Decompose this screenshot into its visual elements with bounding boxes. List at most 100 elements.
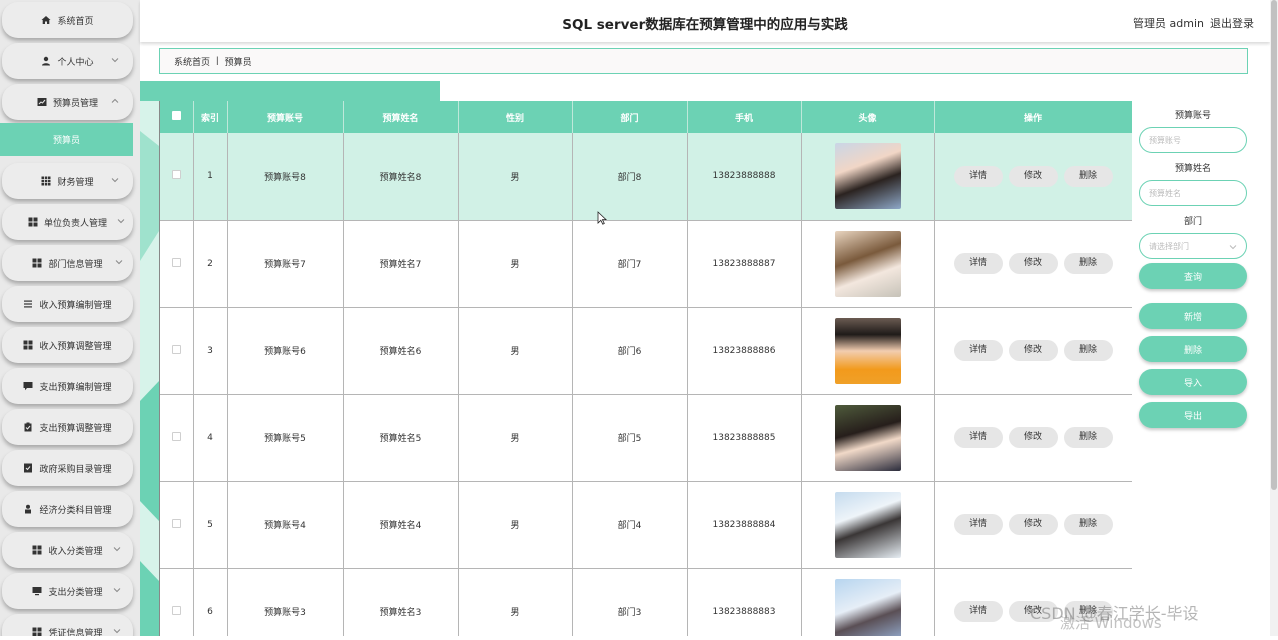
table-row[interactable]: 4 预算账号5 预算姓名5 男部门5 13823888885 详情 修改 删除: [160, 394, 1132, 482]
edit-button[interactable]: 修改: [1008, 427, 1058, 448]
chevron-down-icon: [1229, 243, 1237, 251]
budgeter-table: 索引 预算账号 预算姓名 性别 部门 手机 头像 操作 1 预算账号8 预算姓名8 男…: [159, 101, 1132, 636]
sidebar-item-voucher[interactable]: 凭证信息管理: [2, 614, 133, 636]
row-select-cell[interactable]: [160, 133, 194, 221]
sidebar-item-finance[interactable]: 财务管理: [2, 163, 133, 199]
row-select-cell[interactable]: [160, 481, 194, 569]
table-row[interactable]: 2 预算账号7 预算姓名7 男部门7 13823888887 详情 修改 删除: [160, 220, 1132, 308]
export-button[interactable]: 导出: [1139, 402, 1247, 428]
scrollbar-thumb[interactable]: [1271, 0, 1277, 490]
table-row[interactable]: 1 预算账号8 预算姓名8 男部门8 13823888888 详情 修改 删除: [160, 133, 1132, 221]
detail-button[interactable]: 详情: [953, 165, 1003, 187]
table-row[interactable]: 3 预算账号6 预算姓名6 男部门6 13823888886 详情 修改 删除: [160, 307, 1132, 395]
account-cell: 预算账号5: [227, 394, 344, 482]
account-search-input[interactable]: 预算账号: [1139, 127, 1247, 153]
column-header: 性别: [458, 101, 573, 133]
edit-button[interactable]: 修改: [1008, 253, 1058, 274]
chevron-down-icon: [111, 56, 119, 64]
actions-cell: 详情 修改 删除: [934, 133, 1132, 221]
row-checkbox[interactable]: [171, 257, 181, 267]
sidebar: 系统首页 个人中心 预算员管理 预算员 财务管理 单位负责人管理 部门信息管理 …: [0, 0, 140, 636]
dept-select[interactable]: 请选择部门: [1139, 233, 1247, 259]
apps-icon: [23, 340, 33, 350]
sidebar-subitem-budgeter[interactable]: 预算员: [0, 123, 133, 156]
row-checkbox[interactable]: [171, 518, 181, 528]
delete-button[interactable]: 删除: [1063, 165, 1113, 187]
batch-delete-button[interactable]: 删除: [1139, 336, 1247, 362]
name-label: 预算姓名: [1174, 164, 1211, 174]
sidebar-item-label: 预算员管理: [52, 98, 98, 109]
account-cell: 预算账号6: [227, 307, 344, 395]
name-cell: 预算姓名3: [343, 568, 459, 636]
row-checkbox[interactable]: [171, 431, 181, 441]
select-all-checkbox[interactable]: [171, 111, 181, 120]
logout-link[interactable]: 退出登录: [1210, 15, 1254, 31]
sidebar-item-label: 系统首页: [57, 16, 94, 27]
column-header: 预算姓名: [343, 101, 459, 133]
sidebar-item-label: 凭证信息管理: [48, 628, 103, 637]
detail-button[interactable]: 详情: [953, 514, 1003, 535]
row-select-cell[interactable]: [160, 220, 194, 308]
sidebar-item-expense-class[interactable]: 支出分类管理: [2, 573, 133, 609]
table-row[interactable]: 6 预算账号3 预算姓名3 男部门3 13823888883 详情 修改 删除: [160, 568, 1132, 636]
chevron-down-icon: [113, 545, 121, 553]
sidebar-item-income-budget-prep[interactable]: 收入预算编制管理: [2, 286, 133, 322]
top-header: SQL server数据库在预算管理中的应用与实践 管理员 admin 退出登录: [140, 0, 1270, 42]
query-button[interactable]: 查询: [1139, 263, 1247, 289]
detail-button[interactable]: 详情: [953, 340, 1003, 361]
delete-button[interactable]: 删除: [1063, 427, 1113, 448]
name-cell: 预算姓名6: [343, 307, 459, 395]
sidebar-item-personal[interactable]: 个人中心: [2, 43, 133, 79]
sidebar-item-expense-budget-prep[interactable]: 支出预算编制管理: [2, 368, 133, 404]
sidebar-item-gov-procurement[interactable]: 政府采购目录管理: [2, 450, 133, 486]
edit-button[interactable]: 修改: [1008, 514, 1058, 535]
edit-button[interactable]: 修改: [1008, 165, 1058, 187]
delete-button[interactable]: 删除: [1063, 340, 1113, 361]
chevron-down-icon: [117, 217, 125, 225]
row-checkbox[interactable]: [171, 170, 181, 180]
breadcrumb-home[interactable]: 系统首页: [174, 55, 210, 68]
import-button[interactable]: 导入: [1139, 369, 1247, 395]
avatar-image: [834, 317, 901, 384]
actions-cell: 详情 修改 删除: [934, 394, 1132, 482]
dept-cell: 部门6: [572, 307, 688, 395]
row-select-cell[interactable]: [160, 307, 194, 395]
delete-button[interactable]: 删除: [1063, 253, 1113, 274]
row-select-cell[interactable]: [160, 394, 194, 482]
name-cell: 预算姓名4: [343, 481, 459, 569]
add-button[interactable]: 新增: [1139, 303, 1247, 329]
breadcrumb: 系统首页 ǀ 预算员: [159, 48, 1248, 74]
sidebar-item-home[interactable]: 系统首页: [2, 2, 133, 38]
select-all-cell[interactable]: [160, 101, 194, 133]
sidebar-item-expense-budget-adjust[interactable]: 支出预算调整管理: [2, 409, 133, 445]
sidebar-item-econ-class[interactable]: 经济分类科目管理: [2, 491, 133, 527]
decorative-band: [140, 81, 440, 101]
chevron-up-icon: [111, 97, 119, 105]
account-cell: 预算账号4: [227, 481, 344, 569]
name-search-input[interactable]: 预算姓名: [1139, 180, 1247, 206]
vertical-scrollbar[interactable]: [1270, 0, 1278, 636]
detail-button[interactable]: 详情: [953, 427, 1003, 448]
edit-button[interactable]: 修改: [1008, 340, 1058, 361]
avatar-image: [834, 578, 901, 636]
chevron-down-icon: [113, 627, 121, 635]
gender-cell: 男: [458, 568, 573, 636]
sidebar-item-income-budget-adjust[interactable]: 收入预算调整管理: [2, 327, 133, 363]
sidebar-item-unit-head[interactable]: 单位负责人管理: [2, 204, 133, 240]
row-checkbox[interactable]: [171, 344, 181, 354]
name-cell: 预算姓名8: [343, 133, 459, 221]
detail-button[interactable]: 详情: [953, 253, 1003, 274]
table-row[interactable]: 5 预算账号4 预算姓名4 男部门4 13823888884 详情 修改 删除: [160, 481, 1132, 569]
row-select-cell[interactable]: [160, 568, 194, 636]
detail-button[interactable]: 详情: [953, 601, 1003, 622]
delete-button[interactable]: 删除: [1063, 514, 1113, 535]
gender-cell: 男: [458, 220, 573, 308]
dept-cell: 部门4: [572, 481, 688, 569]
dept-label: 部门: [1183, 217, 1202, 227]
row-checkbox[interactable]: [171, 605, 181, 615]
avatar-cell: [801, 568, 935, 636]
sidebar-item-label: 收入预算调整管理: [39, 341, 112, 352]
sidebar-item-dept-info[interactable]: 部门信息管理: [2, 245, 133, 281]
sidebar-item-budgeter-mgmt[interactable]: 预算员管理: [2, 84, 133, 120]
sidebar-item-income-class[interactable]: 收入分类管理: [2, 532, 133, 568]
